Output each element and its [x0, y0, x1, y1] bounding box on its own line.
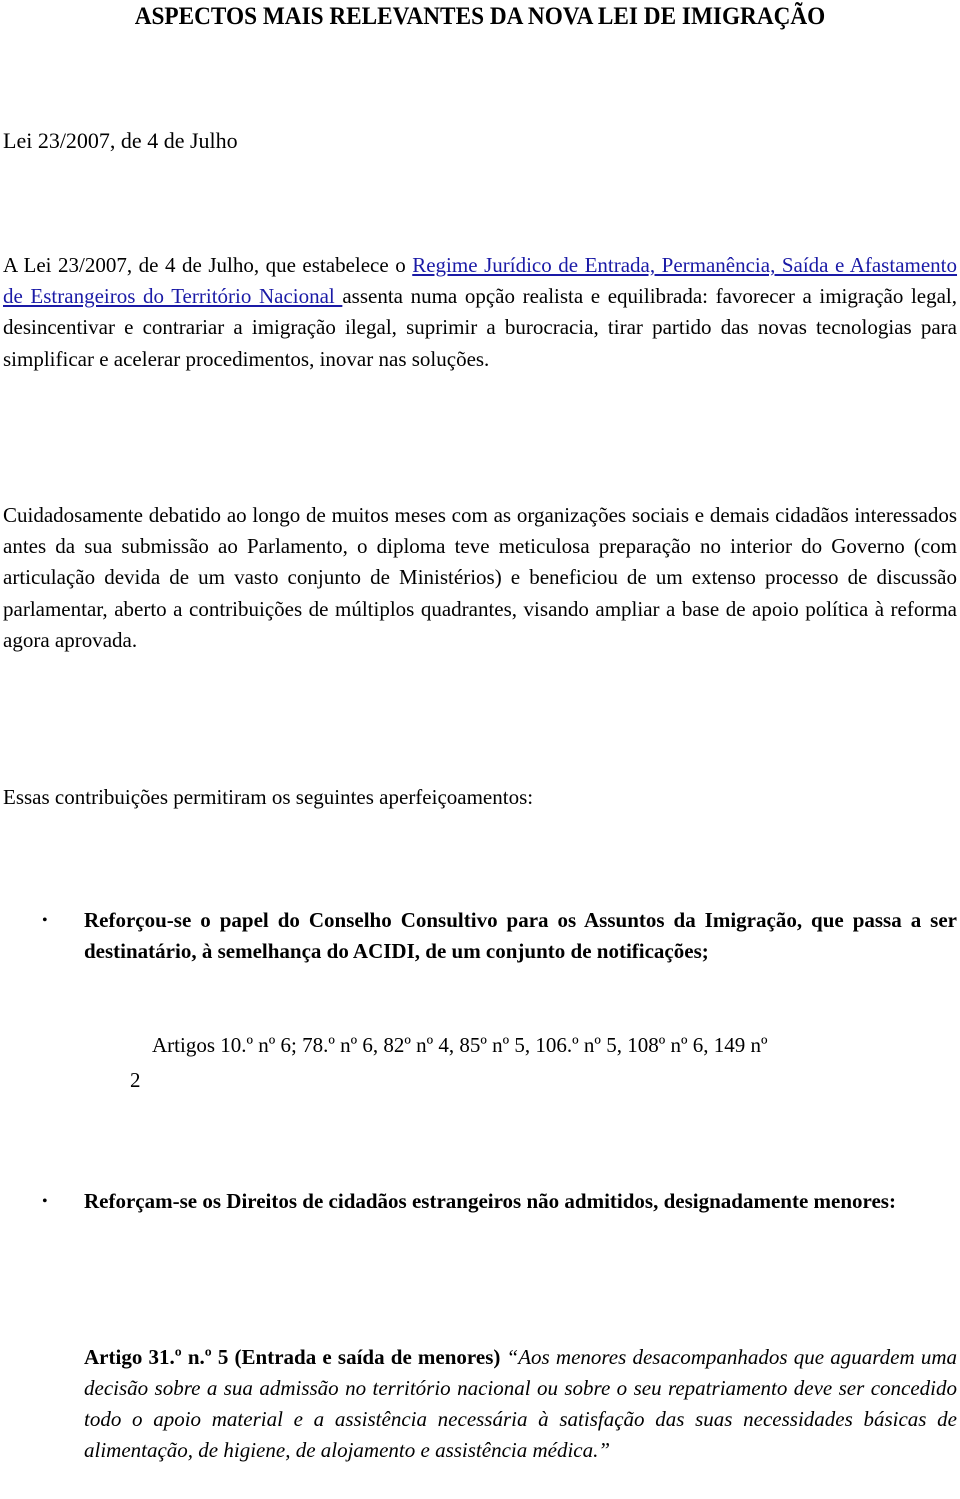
law-reference: Lei 23/2007, de 4 de Julho — [3, 128, 238, 153]
intro-paragraph: A Lei 23/2007, de 4 de Julho, que estabe… — [3, 250, 957, 375]
bullet-item-conselho: Reforçou-se o papel do Conselho Consulti… — [84, 908, 957, 963]
document-title: ASPECTOS MAIS RELEVANTES DA NOVA LEI DE … — [134, 3, 826, 30]
bullet-icon: • — [42, 912, 48, 929]
intro-text-start: A Lei 23/2007, de 4 de Julho, que estabe… — [3, 253, 413, 277]
bullet-item-direitos: Reforçam-se os Direitos de cidadãos estr… — [84, 1189, 896, 1213]
improvements-intro: Essas contribuições permitiram os seguin… — [3, 785, 534, 809]
debate-paragraph: Cuidadosamente debatido ao longo de muit… — [3, 503, 957, 652]
page-number: 2 — [130, 1068, 141, 1092]
article-31-block: Artigo 31.º n.º 5 (Entrada e saída de me… — [84, 1342, 957, 1466]
article-31-heading: Artigo 31.º n.º 5 (Entrada e saída de me… — [84, 1345, 501, 1369]
bullet-icon: • — [42, 1193, 48, 1210]
articles-reference: Artigos 10.º nº 6; 78.º nº 6, 82º nº 4, … — [152, 1033, 768, 1057]
